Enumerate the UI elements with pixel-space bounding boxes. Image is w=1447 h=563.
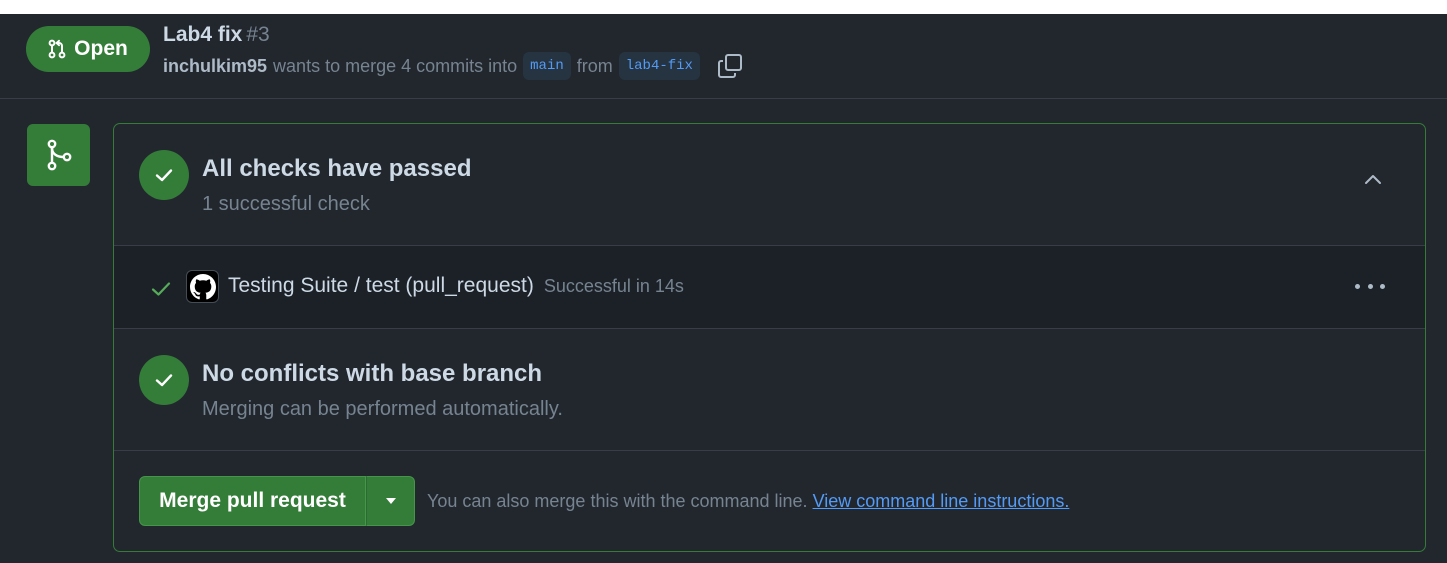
check-icon [139,150,189,200]
kebab-dot [1355,283,1360,289]
check-icon [139,355,189,405]
conflicts-subtitle: Merging can be performed automatically. [202,398,563,420]
pr-title: Lab4 fix #3 [163,23,270,47]
head-branch-label[interactable]: lab4-fix [618,52,700,80]
chevron-up-icon[interactable] [1361,168,1385,192]
pr-state-badge: Open [26,26,150,72]
check-row[interactable]: Testing Suite / test (pull_request) Succe… [114,246,1425,329]
pr-state-label: Open [74,37,128,60]
pr-header: Open Lab4 fix #3 inchulkim95 wants to mer… [0,14,1447,99]
check-name[interactable]: Testing Suite / test (pull_request) [228,274,534,297]
merge-button-group: Merge pull request [139,476,415,526]
copy-icon[interactable] [716,52,744,80]
merge-box: All checks have passed 1 successful chec… [113,123,1426,552]
pr-author-link[interactable]: inchulkim95 [163,56,267,77]
merge-hint: You can also merge this with the command… [427,491,1069,512]
kebab-dot [1380,283,1385,289]
check-status: Successful in 14s [543,276,684,296]
merge-hint-text: You can also merge this with the command… [427,491,808,511]
checks-title: All checks have passed [202,155,472,182]
pr-from-text: from [576,55,613,76]
pr-merge-text: wants to merge 4 commits into [273,55,518,76]
checks-summary: All checks have passed 1 successful chec… [114,124,1425,246]
git-merge-icon [27,124,90,186]
pr-number: #3 [246,23,270,46]
triangle-down-icon[interactable] [366,476,415,526]
merge-actions: Merge pull request You can also merge th… [114,451,1425,551]
github-logo-icon [186,270,219,303]
check-icon [150,278,172,305]
command-line-instructions-link[interactable]: View command line instructions. [813,491,1070,511]
kebab-dot [1367,283,1373,289]
checks-subtitle: 1 successful check [202,193,370,215]
pr-title-text: Lab4 fix [163,23,243,46]
check-row-label: Testing Suite / test (pull_request) Succe… [228,274,684,298]
conflicts-title: No conflicts with base branch [202,360,543,387]
conflicts-section: No conflicts with base branch Merging ca… [114,329,1425,451]
base-branch-label[interactable]: main [523,52,571,80]
pr-meta: inchulkim95 wants to merge 4 commits int… [163,52,744,80]
top-strip [0,0,1447,14]
git-pull-request-icon [48,39,66,59]
kebab-horizontal-icon[interactable] [1355,274,1385,298]
merge-pull-request-button[interactable]: Merge pull request [139,476,366,526]
